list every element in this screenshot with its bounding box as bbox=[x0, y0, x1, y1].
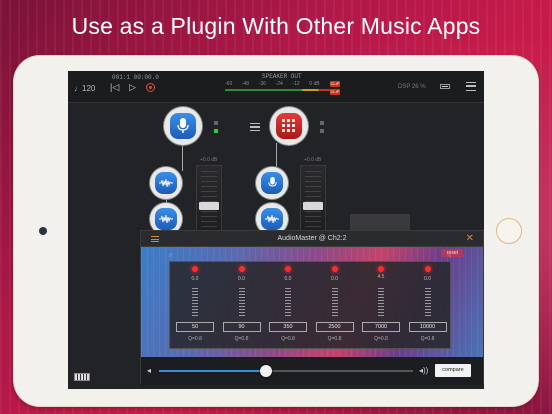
band-gain: 0.0 bbox=[331, 276, 338, 282]
app-screen: ♩120 001:1 00:00.0 |◁ ▷ SPEAKER OUT -60-… bbox=[68, 71, 484, 389]
channel2-menu-icon[interactable] bbox=[250, 123, 260, 131]
volume-row: ◂ ◂)) compare bbox=[141, 357, 483, 385]
ipad-frame: ♩120 001:1 00:00.0 |◁ ▷ SPEAKER OUT -60-… bbox=[14, 56, 538, 406]
band-led[interactable] bbox=[424, 266, 431, 272]
plugin-header: AudioMaster @ Ch2:2 ✕ bbox=[141, 231, 483, 247]
channel1-dot-grey bbox=[214, 121, 218, 125]
meter-tick: -36 bbox=[258, 81, 266, 87]
channel1-db: +0.0 dB bbox=[200, 157, 218, 163]
band-led[interactable] bbox=[192, 266, 198, 272]
volume-thumb[interactable] bbox=[259, 365, 272, 377]
band-led[interactable] bbox=[378, 266, 384, 272]
band-frequency-field[interactable]: 350 bbox=[269, 322, 307, 332]
keyboard-icon[interactable] bbox=[74, 373, 90, 381]
band-gain-slider[interactable] bbox=[285, 286, 291, 316]
eq-band: 0.0 350 Q=0.8 bbox=[265, 262, 311, 350]
reset-button[interactable]: reset bbox=[441, 249, 463, 257]
channel1-fader-knob[interactable] bbox=[199, 202, 219, 210]
channel2-effect-node-1[interactable] bbox=[256, 167, 288, 199]
channel1-dot-green bbox=[214, 129, 218, 133]
meter-tick: -48 bbox=[241, 81, 250, 87]
drum-pad-icon bbox=[276, 113, 302, 139]
waveform-icon bbox=[155, 172, 177, 194]
plugin-title: AudioMaster @ Ch2:2 bbox=[277, 235, 347, 242]
band-gain-slider[interactable] bbox=[192, 286, 198, 316]
band-frequency-field[interactable]: 10000 bbox=[408, 322, 447, 332]
close-icon[interactable]: ✕ bbox=[466, 233, 474, 244]
eq-bands: 0.0 50 Q=0.8 0.0 90 Q=0.8 0.0 350 Q=0.8 0.0 2500 Q=… bbox=[169, 261, 451, 349]
band-frequency-field[interactable]: 2500 bbox=[315, 322, 354, 332]
main-menu-icon[interactable] bbox=[466, 82, 476, 91]
band-q: Q=0.8 bbox=[374, 336, 388, 342]
corner-icon: ◸ bbox=[169, 253, 173, 259]
rewind-icon[interactable]: |◁ bbox=[110, 83, 119, 92]
band-led[interactable] bbox=[238, 266, 245, 272]
band-gain: 0.0 bbox=[238, 276, 245, 282]
band-gain-slider[interactable] bbox=[331, 286, 338, 316]
eq-band: 0.0 2500 Q=0.8 bbox=[312, 262, 358, 350]
waveform-icon bbox=[155, 208, 177, 230]
band-gain-slider[interactable] bbox=[424, 286, 431, 316]
eq-band: 0.0 50 Q=0.8 bbox=[172, 262, 218, 350]
band-gain-slider[interactable] bbox=[378, 286, 384, 316]
meter-tick: -60 bbox=[225, 81, 233, 87]
eq-band: 0.0 10000 Q=0.8 bbox=[405, 262, 451, 350]
eq-panel: reset ◸ ◹ 0.0 50 Q=0.8 0.0 90 Q=0.8 0.0 350 Q=0.… bbox=[141, 247, 483, 357]
channel2-instrument-node[interactable] bbox=[270, 107, 308, 145]
volume-high-icon: ◂)) bbox=[419, 366, 429, 375]
volume-low-icon: ◂ bbox=[147, 366, 152, 375]
meter-tick: -12 bbox=[292, 81, 300, 87]
channel1-effect-node-1[interactable] bbox=[150, 167, 182, 199]
channel2-fader-knob[interactable] bbox=[303, 202, 323, 210]
band-gain: 0.0 bbox=[424, 276, 431, 282]
clip-left-indicator: CLIP bbox=[330, 81, 340, 87]
band-q: Q=0.8 bbox=[188, 336, 202, 342]
band-frequency-field[interactable]: 90 bbox=[222, 322, 261, 332]
band-q: Q=0.8 bbox=[234, 336, 249, 342]
band-led[interactable] bbox=[331, 266, 338, 272]
battery-icon bbox=[440, 84, 450, 89]
play-icon[interactable]: ▷ bbox=[129, 83, 136, 92]
record-icon[interactable] bbox=[146, 83, 155, 92]
volume-slider[interactable] bbox=[159, 365, 413, 377]
meter-tick: 0 dB bbox=[309, 81, 320, 87]
home-button[interactable] bbox=[496, 218, 522, 244]
position-display: 001:1 00:00.0 bbox=[112, 74, 159, 81]
camera-icon bbox=[39, 227, 47, 235]
microphone-icon bbox=[170, 113, 196, 139]
channel2-db: +0.0 dB bbox=[304, 157, 322, 163]
microphone-icon bbox=[261, 172, 283, 194]
band-gain: 0.0 bbox=[284, 276, 292, 282]
top-bar: ♩120 001:1 00:00.0 |◁ ▷ SPEAKER OUT -60-… bbox=[68, 71, 484, 103]
band-q: Q=0.8 bbox=[420, 336, 435, 342]
band-gain-slider[interactable] bbox=[238, 286, 245, 316]
band-gain: 4.5 bbox=[377, 274, 385, 280]
channel2-dot-grey-2 bbox=[320, 129, 324, 133]
plugin-window: AudioMaster @ Ch2:2 ✕ reset ◸ ◹ 0.0 50 Q=0… bbox=[140, 230, 484, 385]
corner-icon: ◹ bbox=[447, 253, 451, 259]
clip-right-indicator: CLIP bbox=[330, 89, 340, 95]
band-frequency-field[interactable]: 7000 bbox=[362, 322, 400, 332]
eq-band: 0.0 90 Q=0.8 bbox=[219, 262, 265, 350]
dsp-load: DSP 26 % bbox=[398, 84, 426, 90]
tempo-display[interactable]: ♩120 bbox=[74, 84, 95, 93]
waveform-icon bbox=[261, 208, 283, 230]
band-q: Q=0.8 bbox=[327, 336, 342, 342]
band-gain: 0.0 bbox=[191, 276, 199, 282]
eq-band: 4.5 7000 Q=0.8 bbox=[358, 262, 404, 350]
compare-button[interactable]: compare bbox=[435, 364, 471, 377]
headline: Use as a Plugin With Other Music Apps bbox=[71, 13, 481, 39]
channel2-dot-grey bbox=[320, 121, 324, 125]
band-q: Q=0.8 bbox=[281, 336, 295, 342]
output-meter: -60-48-36-24-120 dB+6 bbox=[225, 79, 335, 95]
band-frequency-field[interactable]: 50 bbox=[176, 322, 214, 332]
band-led[interactable] bbox=[285, 266, 291, 272]
channel1-instrument-node[interactable] bbox=[164, 107, 202, 145]
meter-tick: -24 bbox=[275, 81, 283, 87]
